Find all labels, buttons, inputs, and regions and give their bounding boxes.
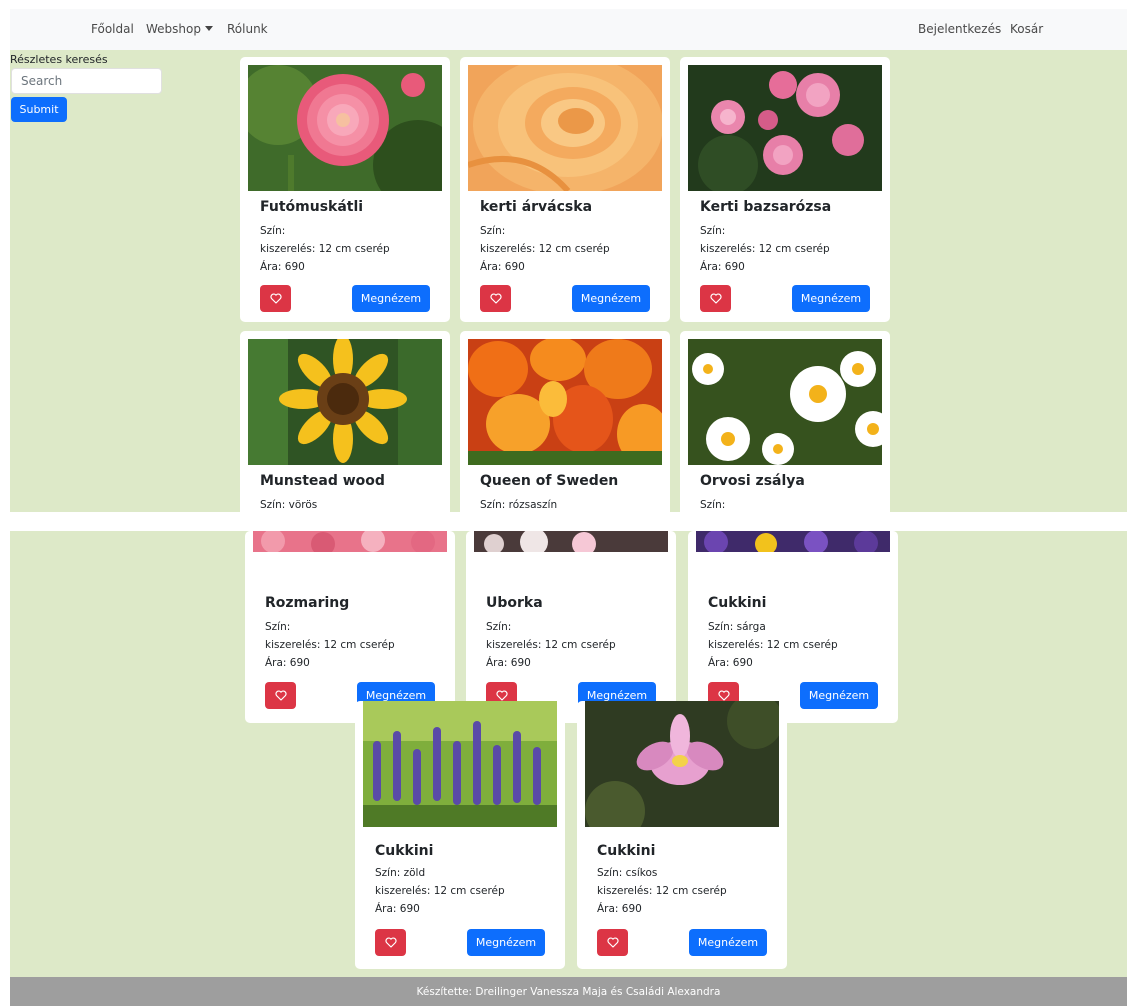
product-title: Queen of Sweden: [480, 473, 619, 489]
product-card: kerti árvácska Szín: kiszerelés: 12 cm cse…: [460, 57, 670, 322]
favorite-button[interactable]: [597, 929, 628, 956]
product-image: [248, 65, 442, 191]
nav-link-login[interactable]: Bejelentkezés: [918, 22, 1001, 36]
product-price: Ára: 690: [708, 657, 753, 669]
product-color: Szín:: [265, 621, 291, 633]
product-title: Munstead wood: [260, 473, 385, 489]
product-image: [253, 531, 447, 552]
product-image: [474, 531, 668, 552]
nav-link-home[interactable]: Főoldal: [91, 22, 134, 36]
navbar: Főoldal Webshop Rólunk Bejelentkezés Kos…: [10, 9, 1127, 50]
search-input[interactable]: [11, 68, 162, 94]
view-button[interactable]: Megnézem: [792, 285, 870, 312]
nav-link-about[interactable]: Rólunk: [227, 22, 268, 36]
product-color: Szín: csíkos: [597, 867, 658, 879]
view-button[interactable]: Megnézem: [800, 682, 878, 709]
caret-down-icon: [204, 26, 213, 31]
product-image: [688, 65, 882, 191]
heart-icon: [489, 289, 502, 308]
product-title: Kerti bazsarózsa: [700, 199, 832, 215]
heart-icon: [269, 289, 282, 308]
product-title: Cukkini: [708, 595, 767, 611]
submit-button[interactable]: Submit: [11, 97, 67, 122]
product-title: Uborka: [486, 595, 543, 611]
detailed-search-title: Részletes keresés: [10, 53, 108, 66]
nav-webshop-label: Webshop: [146, 22, 201, 36]
product-color: Szín: zöld: [375, 867, 426, 879]
product-price: Ára: 690: [375, 903, 420, 915]
product-package: kiszerelés: 12 cm cserép: [480, 243, 610, 255]
product-title: Cukkini: [597, 843, 656, 859]
product-image: [468, 339, 662, 465]
product-color: Szín:: [486, 621, 512, 633]
product-price: Ára: 690: [700, 261, 745, 273]
product-card: Orvosi zsálya Szín:: [680, 331, 890, 512]
product-color: Szín: vörös: [260, 499, 318, 511]
product-color: Szín:: [700, 499, 726, 511]
page-section-bottom: Rozmaring Szín: kiszerelés: 12 cm cserép Ár…: [10, 531, 1127, 1006]
product-image: [363, 701, 557, 827]
favorite-button[interactable]: [700, 285, 731, 312]
product-card: Kerti bazsarózsa Szín: kiszerelés: 12 cm c…: [680, 57, 890, 322]
product-package: kiszerelés: 12 cm cserép: [700, 243, 830, 255]
product-package: kiszerelés: 12 cm cserép: [375, 885, 505, 897]
product-package: kiszerelés: 12 cm cserép: [265, 639, 395, 651]
product-color: Szín:: [260, 225, 286, 237]
product-price: Ára: 690: [486, 657, 531, 669]
product-title: Orvosi zsálya: [700, 473, 805, 489]
nav-link-cart[interactable]: Kosár: [1010, 22, 1043, 36]
product-color: Szín: sárga: [708, 621, 766, 633]
product-title: Cukkini: [375, 843, 434, 859]
product-image: [248, 339, 442, 465]
product-card: Munstead wood Szín: vörös: [240, 331, 450, 512]
product-color: Szín: rózsaszín: [480, 499, 558, 511]
product-package: kiszerelés: 12 cm cserép: [708, 639, 838, 651]
view-button[interactable]: Megnézem: [352, 285, 430, 312]
favorite-button[interactable]: [260, 285, 291, 312]
product-card: Cukkini Szín: zöld kiszerelés: 12 cm cseré…: [355, 701, 565, 969]
product-card: Rozmaring Szín: kiszerelés: 12 cm cserép Ár…: [245, 531, 455, 723]
favorite-button[interactable]: [265, 682, 296, 709]
product-package: kiszerelés: 12 cm cserép: [597, 885, 727, 897]
product-title: kerti árvácska: [480, 199, 593, 215]
product-image: [468, 65, 662, 191]
product-title: Futómuskátli: [260, 199, 364, 215]
heart-icon: [274, 686, 287, 705]
view-button[interactable]: Megnézem: [689, 929, 767, 956]
product-color: Szín:: [480, 225, 506, 237]
product-image: [696, 531, 890, 552]
page-section-top: Főoldal Webshop Rólunk Bejelentkezés Kos…: [10, 9, 1127, 512]
heart-icon: [709, 289, 722, 308]
product-card: Uborka Szín: kiszerelés: 12 cm cserép Ára: …: [466, 531, 676, 723]
footer: Készítette: Dreilinger Vanessza Maja és …: [10, 977, 1127, 1006]
favorite-button[interactable]: [375, 929, 406, 956]
product-price: Ára: 690: [480, 261, 525, 273]
favorite-button[interactable]: [480, 285, 511, 312]
product-color: Szín:: [700, 225, 726, 237]
product-image: [688, 339, 882, 465]
product-package: kiszerelés: 12 cm cserép: [260, 243, 390, 255]
product-price: Ára: 690: [597, 903, 642, 915]
view-button[interactable]: Megnézem: [572, 285, 650, 312]
product-price: Ára: 690: [265, 657, 310, 669]
heart-icon: [384, 933, 397, 952]
product-image: [585, 701, 779, 827]
product-price: Ára: 690: [260, 261, 305, 273]
view-button[interactable]: Megnézem: [467, 929, 545, 956]
nav-dropdown-webshop[interactable]: Webshop: [146, 22, 213, 36]
product-title: Rozmaring: [265, 595, 350, 611]
product-card: Cukkini Szín: sárga kiszerelés: 12 cm cser…: [688, 531, 898, 723]
product-card: Futómuskátli Szín: kiszerelés: 12 cm cseré…: [240, 57, 450, 322]
product-package: kiszerelés: 12 cm cserép: [486, 639, 616, 651]
product-card: Queen of Sweden Szín: rózsaszín: [460, 331, 670, 512]
product-card: Cukkini Szín: csíkos kiszerelés: 12 cm cse…: [577, 701, 787, 969]
heart-icon: [606, 933, 619, 952]
